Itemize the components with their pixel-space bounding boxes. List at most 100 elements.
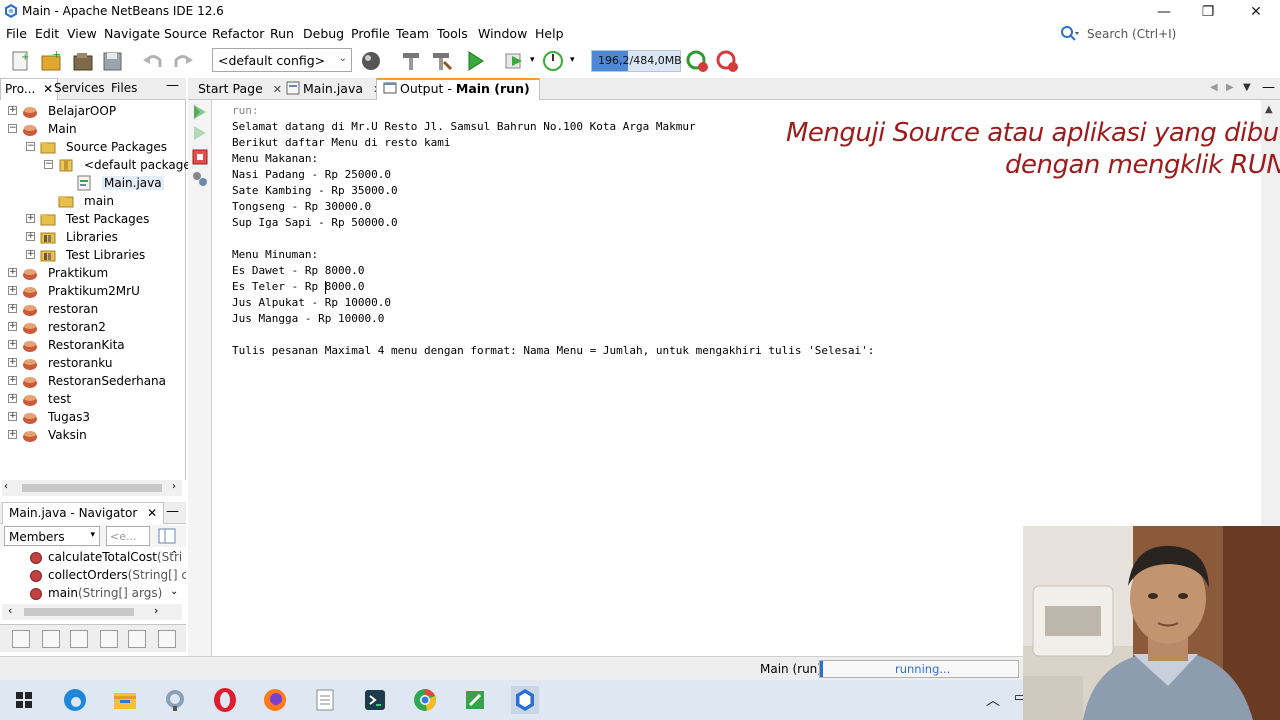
save-all-icon[interactable] [100,48,126,74]
close-icon[interactable]: ✕ [273,83,282,96]
pause-io-icon[interactable] [714,48,740,74]
menu-source[interactable]: Source [164,26,207,41]
tab-navigator[interactable]: Main.java - Navigator ✕ [2,502,165,524]
settings-icon[interactable] [191,170,209,188]
expand-icon[interactable]: + [26,250,35,259]
config-select[interactable]: <default config> ⌄ [212,48,352,72]
file-explorer-icon[interactable] [111,686,139,714]
rerun-icon[interactable] [191,103,209,121]
restore-button[interactable]: ❐ [1188,2,1228,22]
expand-icon[interactable]: + [26,232,35,241]
members-filter-input[interactable]: <e... [106,526,150,546]
tree-item[interactable]: − Main [0,120,184,138]
terminal-app-icon[interactable] [361,686,389,714]
scrollbar-thumb[interactable] [22,484,162,492]
menu-edit[interactable]: Edit [35,26,59,41]
minimize-panel-icon[interactable]: — [1262,80,1275,95]
undo-icon[interactable] [140,48,166,74]
network-tool-icon[interactable] [161,686,189,714]
tree-item[interactable]: + restoran [0,300,184,318]
collapse-icon[interactable]: − [26,142,35,151]
tree-item[interactable]: + RestoranSederhana [0,372,184,390]
navigator-horizontal-scrollbar[interactable]: ‹ › [2,604,182,620]
menu-tools[interactable]: Tools [437,26,468,41]
chevron-up-icon[interactable]: ︿ [986,690,1000,710]
scrollbar-thumb[interactable] [24,608,134,616]
run-project-icon[interactable] [462,48,488,74]
chevron-right-icon[interactable]: ▶ [1226,82,1234,93]
expand-icon[interactable]: + [8,322,17,331]
tree-item[interactable]: + Praktikum2MrU [0,282,184,300]
menu-refactor[interactable]: Refactor [212,26,264,41]
menu-view[interactable]: View [67,26,97,41]
menu-navigate[interactable]: Navigate [104,26,160,41]
list-item[interactable]: main(String[] args) [48,586,186,600]
edge-browser-icon[interactable] [61,686,89,714]
tree-item[interactable]: + Vaksin [0,426,184,444]
chrome-browser-icon[interactable] [411,686,439,714]
menu-help[interactable]: Help [535,26,564,41]
tree-item[interactable]: + Test Packages [0,210,184,228]
tab-output[interactable]: Output - Main (run) ✕ [376,78,540,111]
menu-debug[interactable]: Debug [303,26,344,41]
rerun-with-options-icon[interactable] [191,124,209,142]
menu-run[interactable]: Run [270,26,294,41]
tree-item[interactable]: + restoran2 [0,318,184,336]
filter-fields-icon[interactable] [42,630,60,648]
list-item[interactable]: collectOrders(String[] c [48,568,186,582]
profile-project-icon[interactable] [540,48,566,74]
tab-services[interactable]: Services [54,81,105,95]
close-icon[interactable]: ✕ [147,506,157,520]
expand-icon[interactable]: + [8,106,17,115]
minimize-panel-icon[interactable]: — [166,504,179,519]
expand-icon[interactable]: + [8,340,17,349]
tree-item[interactable]: main [0,192,184,210]
opera-browser-icon[interactable] [211,686,239,714]
chevron-down-icon[interactable]: ▼ [1243,82,1251,93]
tree-item[interactable]: − <default package> [0,156,201,174]
debug-project-icon[interactable] [502,48,528,74]
expand-icon[interactable]: + [8,286,17,295]
expand-icon[interactable]: + [8,394,17,403]
tree-item[interactable]: + Test Libraries [0,246,184,264]
tab-files[interactable]: Files [111,81,137,95]
tree-horizontal-scrollbar[interactable]: ‹ › [2,480,182,496]
firefox-browser-icon[interactable] [261,686,289,714]
memory-indicator[interactable]: 196,2/484,0MB [591,50,682,72]
filter-inner-classes-icon[interactable] [128,630,146,648]
menu-window[interactable]: Window [478,26,527,41]
build-hammer-icon[interactable] [398,48,424,74]
filter-inherited-icon[interactable] [12,630,30,648]
gc-icon[interactable] [684,48,710,74]
tree-item[interactable]: Main.java [0,174,184,192]
tab-main-java[interactable]: Main.java ✕ [286,78,382,100]
scroll-up-icon[interactable]: ⌃ [170,550,178,561]
filter-sort-icon[interactable] [158,630,176,648]
netbeans-taskbar-icon[interactable] [511,686,539,714]
tree-item[interactable]: + test [0,390,184,408]
windows-start-icon[interactable] [10,686,38,714]
stop-icon[interactable] [191,148,209,166]
tree-item[interactable]: + BelajarOOP [0,102,184,120]
chevron-left-icon[interactable]: ◀ [1210,82,1218,93]
expand-icon[interactable]: + [8,412,17,421]
panel-layout-icon[interactable] [158,527,176,545]
chevron-right-icon[interactable]: › [154,604,158,617]
list-item[interactable]: calculateTotalCost(Stri [48,550,186,564]
chevron-down-icon[interactable]: ▾ [530,55,535,65]
expand-icon[interactable]: + [8,304,17,313]
expand-icon[interactable]: + [8,376,17,385]
scroll-up-icon[interactable]: ▲ [1265,104,1273,115]
collapse-icon[interactable]: − [8,124,17,133]
chevron-down-icon[interactable]: ▾ [570,55,575,65]
redo-icon[interactable] [170,48,196,74]
clean-build-icon[interactable] [428,48,454,74]
new-project-icon[interactable]: + [38,48,64,74]
menu-team[interactable]: Team [396,26,429,41]
close-icon[interactable]: ✕ [43,82,53,96]
new-file-icon[interactable]: + [8,48,34,74]
scroll-down-icon[interactable]: ⌄ [170,586,178,597]
drawing-app-icon[interactable] [461,686,489,714]
expand-icon[interactable]: + [8,358,17,367]
globe-browser-icon[interactable] [358,48,384,74]
